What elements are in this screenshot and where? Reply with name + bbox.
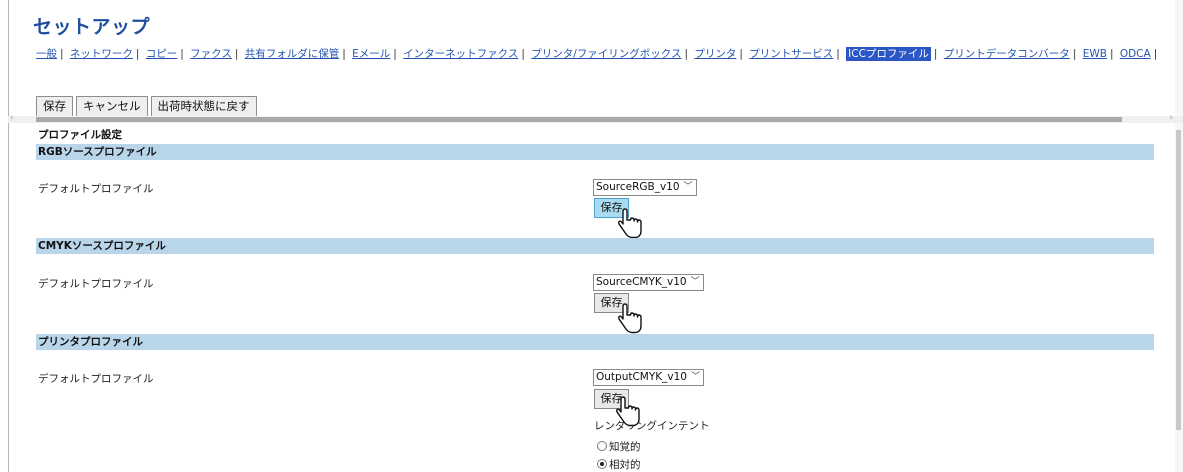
nav-email[interactable]: Eメール	[352, 48, 390, 60]
printer-profile-select[interactable]: OutputCMYK_v10 ﹀	[593, 369, 705, 386]
nav-odca[interactable]: ODCA	[1120, 48, 1151, 60]
reset-defaults-button[interactable]: 出荷時状態に戻す	[150, 96, 257, 117]
hand-pointer-icon	[618, 303, 642, 334]
radio-relative-label: 相対的	[609, 459, 641, 471]
radio-relative[interactable]: 相対的	[597, 457, 641, 472]
scroll-left-icon[interactable]: ‹	[10, 113, 14, 123]
nav-save-shared-folder[interactable]: 共有フォルダに保管	[245, 48, 340, 60]
printer-profile-selected: OutputCMYK_v10	[596, 371, 687, 383]
nav-printer[interactable]: プリンタ	[694, 48, 736, 60]
default-profile-label-cmyk: デフォルトプロファイル	[38, 278, 154, 290]
chevron-down-icon: ﹀	[690, 277, 700, 287]
radio-relative-control[interactable]	[597, 459, 607, 469]
top-navigation: 一般 | ネットワーク | コピー | ファクス | 共有フォルダに保管 | Eメール | …	[36, 47, 1158, 61]
chevron-down-icon: ﹀	[691, 372, 701, 382]
save-button[interactable]: 保存	[36, 96, 73, 117]
default-profile-label-printer: デフォルトプロファイル	[38, 373, 154, 385]
default-profile-label-rgb: デフォルトプロファイル	[38, 183, 154, 195]
vertical-scrollbar[interactable]	[1175, 0, 1183, 472]
nav-ewb[interactable]: EWB	[1083, 48, 1107, 60]
nav-icc-profile[interactable]: ICCプロファイル	[846, 47, 931, 61]
nav-internet-fax[interactable]: インターネットファクス	[403, 48, 518, 60]
cancel-button[interactable]: キャンセル	[76, 96, 148, 117]
nav-network[interactable]: ネットワーク	[70, 48, 133, 60]
rgb-profile-selected: SourceRGB_v10	[596, 181, 680, 193]
section-header-printer: プリンタプロファイル	[36, 334, 1154, 350]
horizontal-scrollbar[interactable]: ‹ ›	[8, 113, 1183, 123]
rgb-profile-select[interactable]: SourceRGB_v10 ﹀	[593, 179, 697, 196]
nav-print-service[interactable]: プリントサービス	[749, 48, 833, 60]
cmyk-profile-select[interactable]: SourceCMYK_v10 ﹀	[593, 274, 704, 291]
radio-perceptual-label: 知覚的	[609, 441, 641, 453]
section-header-rgb: RGBソースプロファイル	[36, 144, 1154, 160]
chevron-down-icon: ﹀	[683, 182, 693, 192]
nav-copy[interactable]: コピー	[146, 48, 178, 60]
nav-fax[interactable]: ファクス	[190, 48, 232, 60]
vertical-scroll-thumb[interactable]	[1176, 130, 1181, 430]
nav-general[interactable]: 一般	[36, 48, 57, 60]
hand-pointer-icon	[618, 208, 642, 239]
rendering-intent-label: レンダリングインテント	[594, 420, 710, 432]
section-header-cmyk: CMYKソースプロファイル	[36, 238, 1154, 254]
hand-pointer-icon	[616, 396, 640, 427]
cmyk-profile-selected: SourceCMYK_v10	[596, 276, 687, 288]
page-title: セットアップ	[33, 16, 151, 38]
radio-perceptual[interactable]: 知覚的	[597, 439, 641, 454]
horizontal-scroll-thumb[interactable]	[36, 117, 1122, 122]
radio-perceptual-control[interactable]	[597, 441, 607, 451]
nav-print-data-converter[interactable]: プリントデータコンバータ	[944, 48, 1070, 60]
scroll-right-icon[interactable]: ›	[1169, 113, 1173, 123]
toolbar: 保存 キャンセル 出荷時状態に戻す	[36, 96, 257, 117]
nav-printer-filing-box[interactable]: プリンタ/ファイリングボックス	[531, 48, 681, 60]
profile-settings-title: プロファイル設定	[38, 129, 122, 141]
